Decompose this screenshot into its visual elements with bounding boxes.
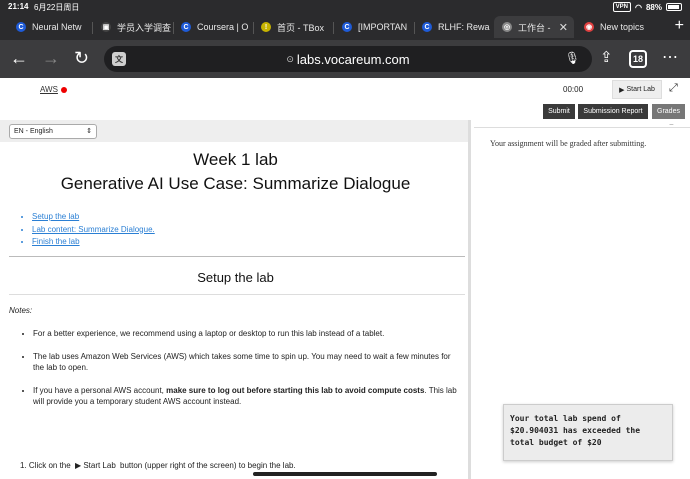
tab-label: Neural Netw bbox=[32, 22, 82, 32]
browser-tab[interactable]: C Coursera | O bbox=[173, 16, 253, 38]
forum-favicon-icon: ◉ bbox=[584, 22, 594, 32]
step-1: 1. Click on the ▶ Start Lab button (uppe… bbox=[20, 461, 296, 470]
warning-line: $20.904031 has exceeded the bbox=[510, 426, 641, 435]
browser-tab[interactable]: ! 首页 - TBox bbox=[253, 16, 333, 38]
language-value: EN - English bbox=[14, 128, 53, 135]
vpn-icon: VPN bbox=[612, 2, 631, 12]
language-strip: EN - English ⇕ bbox=[0, 120, 468, 142]
translate-icon[interactable]: 文 bbox=[112, 52, 126, 66]
toc-link-setup[interactable]: Setup the lab bbox=[32, 211, 155, 224]
aws-label: AWS bbox=[40, 85, 58, 94]
note-item: The lab uses Amazon Web Services (AWS) w… bbox=[33, 351, 463, 373]
divider bbox=[474, 127, 690, 128]
step-text: 1. Click on the bbox=[20, 461, 71, 470]
browser-toolbar: ← → ↻ 文 ⊙ labs.vocareum.com 🎙 ⇪ 18 ⋯ bbox=[0, 40, 690, 78]
browser-tab[interactable]: C [IMPORTAN bbox=[334, 16, 414, 38]
browser-tab-active[interactable]: ◎ 工作台 - ✕ bbox=[494, 16, 574, 38]
wifi-icon: ◠ bbox=[635, 2, 642, 12]
tab-bar: C Neural Netw ▣ 学员入学调查 C Coursera | O ! … bbox=[0, 14, 690, 40]
note-text: If you have a personal AWS account, bbox=[33, 386, 167, 395]
tab-label: 工作台 - bbox=[518, 22, 551, 33]
forward-arrow-icon[interactable]: → bbox=[42, 48, 60, 68]
lab-title: Week 1 lab bbox=[193, 150, 278, 169]
tab-switcher-button[interactable]: 18 bbox=[629, 50, 647, 68]
address-bar[interactable]: 文 ⊙ labs.vocareum.com 🎙 bbox=[104, 46, 592, 72]
status-time: 21:14 bbox=[8, 2, 29, 11]
submit-button[interactable]: Submit bbox=[543, 104, 575, 119]
instructions-pane: EN - English ⇕ Week 1 lab Generative AI … bbox=[0, 120, 471, 479]
new-tab-button[interactable]: + bbox=[675, 17, 684, 35]
tab-label: New topics bbox=[600, 22, 645, 32]
inline-start-lab-label: ▶ Start Lab bbox=[74, 461, 116, 470]
url-text[interactable]: labs.vocareum.com bbox=[297, 52, 410, 67]
note-item: If you have a personal AWS account, make… bbox=[33, 385, 463, 407]
close-tab-icon[interactable]: ✕ bbox=[559, 21, 568, 34]
microphone-icon[interactable]: 🎙 bbox=[565, 51, 580, 65]
submission-report-button[interactable]: Submission Report bbox=[578, 104, 648, 119]
tbox-favicon-icon: ! bbox=[261, 22, 271, 32]
divider bbox=[9, 294, 465, 295]
select-arrows-icon: ⇕ bbox=[86, 128, 92, 135]
status-right: VPN ◠ 88% bbox=[612, 2, 682, 12]
tab-label: Coursera | O bbox=[197, 22, 249, 32]
toc-link-finish[interactable]: Finish the lab bbox=[32, 236, 155, 249]
browser-tab[interactable]: ▣ 学员入学调查 bbox=[93, 16, 173, 38]
browser-tab[interactable]: C Neural Netw bbox=[8, 16, 88, 38]
warning-line: Your total lab spend of bbox=[510, 414, 621, 423]
note-item: For a better experience, we recommend us… bbox=[33, 328, 463, 339]
tab-label: 学员入学调查 bbox=[117, 22, 172, 33]
start-lab-label: Start Lab bbox=[626, 86, 655, 93]
toc-link-content[interactable]: Lab content: Summarize Dialogue. bbox=[32, 224, 155, 237]
tab-label: 首页 - TBox bbox=[277, 22, 325, 33]
more-menu-icon[interactable]: ⋯ bbox=[662, 48, 678, 68]
notes-list: For a better experience, we recommend us… bbox=[33, 328, 463, 419]
table-of-contents: Setup the lab Lab content: Summarize Dia… bbox=[32, 211, 155, 249]
start-lab-button[interactable]: ▶ Start Lab bbox=[612, 80, 662, 99]
page-favicon-icon: ▣ bbox=[101, 22, 111, 32]
step-text: button (upper right of the screen) to be… bbox=[120, 461, 296, 470]
reload-icon[interactable]: ↻ bbox=[74, 48, 89, 68]
back-arrow-icon[interactable]: ← bbox=[10, 48, 28, 68]
lab-header: AWS 00:00 ▶ Start Lab ⤢ bbox=[0, 78, 690, 102]
notes-label: Notes: bbox=[9, 306, 33, 315]
share-icon[interactable]: ⇪ bbox=[600, 48, 613, 68]
status-bar: 21:14 6月22日周日 VPN ◠ 88% bbox=[0, 0, 690, 14]
aws-status-dot-icon bbox=[60, 86, 67, 93]
divider bbox=[9, 256, 465, 257]
coursera-favicon-icon: C bbox=[342, 22, 352, 32]
budget-warning: Your total lab spend of $20.904031 has e… bbox=[503, 404, 673, 461]
coursera-favicon-icon: C bbox=[181, 22, 191, 32]
graded-note: Your assignment will be graded after sub… bbox=[490, 139, 647, 148]
browser-tab[interactable]: ◉ New topics bbox=[576, 16, 656, 38]
section-heading: Setup the lab bbox=[197, 270, 274, 285]
coursera-favicon-icon: C bbox=[422, 22, 432, 32]
coursera-favicon-icon: C bbox=[16, 22, 26, 32]
vocareum-favicon-icon: ◎ bbox=[502, 22, 512, 32]
site-info-icon[interactable]: ⊙ bbox=[286, 54, 294, 65]
play-icon: ▶ bbox=[619, 86, 625, 94]
home-indicator[interactable] bbox=[253, 472, 437, 476]
aws-status-link[interactable]: AWS bbox=[40, 85, 67, 94]
pane-handle-icon[interactable]: − bbox=[669, 120, 674, 129]
tab-label: RLHF: Rewa bbox=[438, 22, 490, 32]
battery-percent: 88% bbox=[645, 2, 662, 12]
warning-line: total budget of $20 bbox=[510, 438, 602, 447]
language-select[interactable]: EN - English ⇕ bbox=[9, 124, 97, 139]
status-date: 6月22日周日 bbox=[34, 3, 80, 12]
battery-icon bbox=[666, 3, 682, 11]
tab-label: [IMPORTAN bbox=[358, 22, 408, 32]
lab-subtitle: Generative AI Use Case: Summarize Dialog… bbox=[60, 174, 411, 193]
action-bar: Submit Submission Report Grades bbox=[0, 102, 690, 120]
note-warning: make sure to log out before starting thi… bbox=[166, 386, 425, 395]
grades-button[interactable]: Grades bbox=[652, 104, 685, 119]
lab-timer: 00:00 bbox=[563, 85, 584, 94]
inline-start-lab-text: Start Lab bbox=[83, 461, 116, 470]
fullscreen-icon[interactable]: ⤢ bbox=[669, 82, 678, 95]
browser-tab[interactable]: C RLHF: Rewa bbox=[414, 16, 494, 38]
